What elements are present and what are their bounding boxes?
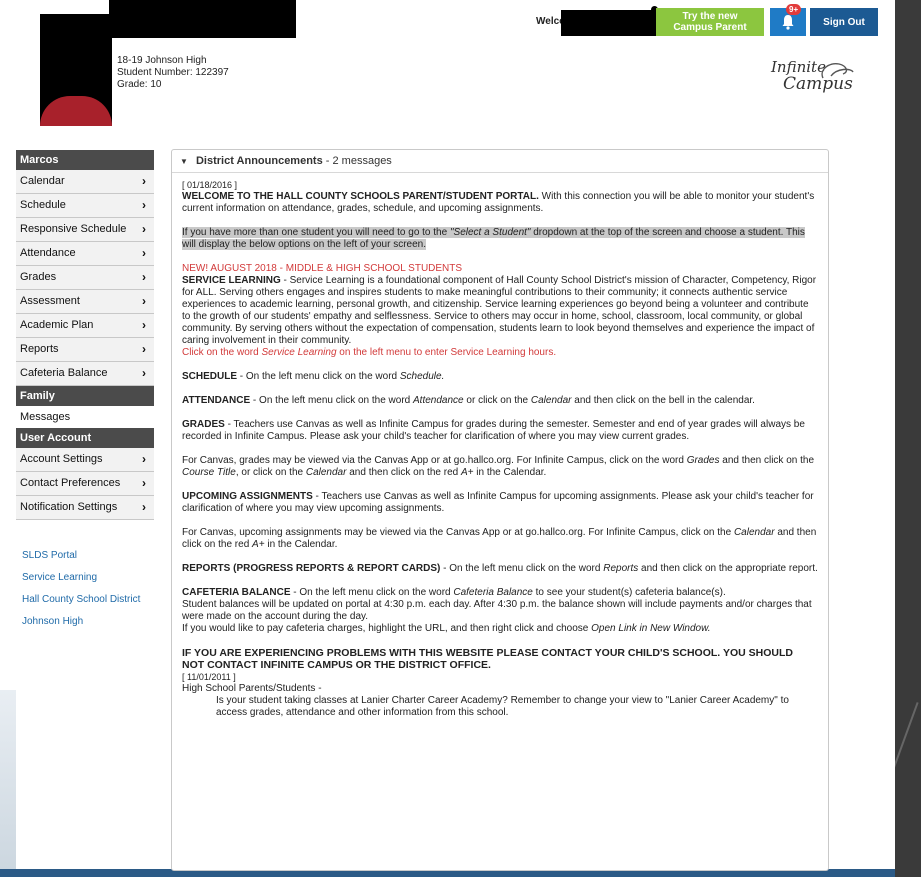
chevron-right-icon: › bbox=[142, 452, 146, 466]
sidebar-item-label: Attendance bbox=[20, 247, 76, 259]
sidebar-item-label: Cafeteria Balance bbox=[20, 367, 108, 379]
schedule-paragraph: SCHEDULE - On the left menu click on the… bbox=[182, 371, 445, 382]
announcement-date-2: [ 11/01/2011 ] bbox=[182, 672, 236, 682]
student-photo bbox=[40, 14, 112, 126]
sidebar-item-reports[interactable]: Reports › bbox=[16, 338, 154, 362]
announcement-date: [ 01/18/2016 ] bbox=[182, 180, 238, 190]
chevron-right-icon: › bbox=[142, 222, 146, 236]
high-school-line: High School Parents/Students - bbox=[182, 683, 322, 694]
welcome-paragraph: WELCOME TO THE HALL COUNTY SCHOOLS PAREN… bbox=[182, 191, 815, 214]
message-count: - 2 messages bbox=[325, 155, 392, 167]
sidebar-item-label: Academic Plan bbox=[20, 319, 94, 331]
multi-student-paragraph: If you have more than one student you wi… bbox=[182, 227, 805, 250]
sidebar-item-messages[interactable]: Messages bbox=[16, 406, 154, 428]
service-learning-paragraph: SERVICE LEARNING - Service Learning is a… bbox=[182, 275, 817, 358]
sidebar-header-family: Family bbox=[16, 386, 154, 406]
sidebar-item-responsive-schedule[interactable]: Responsive Schedule › bbox=[16, 218, 154, 242]
panel-title: District Announcements bbox=[195, 155, 323, 167]
announcement-body: [ 01/18/2016 ] WELCOME TO THE HALL COUNT… bbox=[172, 173, 828, 719]
new-heading: NEW! AUGUST 2018 - MIDDLE & HIGH SCHOOL … bbox=[182, 263, 463, 274]
sidebar-item-label: Grades bbox=[20, 271, 57, 283]
chevron-right-icon: › bbox=[142, 174, 146, 188]
chevron-right-icon: › bbox=[142, 366, 146, 380]
sidebar-item-label: Reports bbox=[20, 343, 59, 355]
notification-badge: 9+ bbox=[786, 4, 802, 15]
link-service-learning[interactable]: Service Learning bbox=[22, 572, 154, 583]
district-announcements-panel: ▼ District Announcements - 2 messages [ … bbox=[171, 149, 829, 871]
sidebar-item-label: Account Settings bbox=[20, 453, 103, 465]
sidebar-item-account-settings[interactable]: Account Settings › bbox=[16, 448, 154, 472]
sidebar-item-label: Responsive Schedule bbox=[20, 223, 127, 235]
cafeteria-paragraph: CAFETERIA BALANCE - On the left menu cli… bbox=[182, 587, 812, 634]
upcoming-assignments-paragraph: UPCOMING ASSIGNMENTS - Teachers use Canv… bbox=[182, 491, 814, 514]
sidebar-item-label: Notification Settings bbox=[20, 501, 118, 513]
sidebar-item-notification-settings[interactable]: Notification Settings › bbox=[16, 496, 154, 520]
sidebar-item-label: Calendar bbox=[20, 175, 65, 187]
collapse-triangle-icon[interactable]: ▼ bbox=[180, 157, 188, 166]
sign-out-button[interactable]: Sign Out bbox=[810, 8, 878, 36]
link-slds-portal[interactable]: SLDS Portal bbox=[22, 550, 154, 561]
sidebar-nav: Marcos Calendar › Schedule › Responsive Sc… bbox=[16, 150, 154, 638]
chevron-right-icon: › bbox=[142, 294, 146, 308]
reports-paragraph: REPORTS (PROGRESS REPORTS & REPORT CARDS… bbox=[182, 563, 818, 574]
panel-header[interactable]: ▼ District Announcements - 2 messages bbox=[172, 150, 828, 173]
problems-notice: IF YOU ARE EXPERIENCING PROBLEMS WITH TH… bbox=[182, 647, 793, 671]
notifications-button[interactable]: 9+ bbox=[770, 4, 806, 36]
sidebar-item-label: Assessment bbox=[20, 295, 80, 307]
lanier-paragraph: Is your student taking classes at Lanier… bbox=[216, 695, 789, 718]
bell-icon bbox=[782, 15, 794, 30]
chevron-right-icon: › bbox=[142, 476, 146, 490]
portal-page: 18-19 Johnson High Student Number: 12239… bbox=[16, 0, 895, 871]
student-number: Student Number: 122397 bbox=[117, 67, 229, 78]
canvas-assignments-paragraph: For Canvas, upcoming assignments may be … bbox=[182, 527, 817, 550]
sidebar-item-cafeteria-balance[interactable]: Cafeteria Balance › bbox=[16, 362, 154, 386]
sidebar-header-user-account: User Account bbox=[16, 428, 154, 448]
sidebar-item-schedule[interactable]: Schedule › bbox=[16, 194, 154, 218]
sidebar-item-calendar[interactable]: Calendar › bbox=[16, 170, 154, 194]
redacted-user-name bbox=[561, 10, 656, 36]
sidebar-item-grades[interactable]: Grades › bbox=[16, 266, 154, 290]
link-hall-county-school-district[interactable]: Hall County School District bbox=[22, 594, 154, 605]
chevron-right-icon: › bbox=[142, 318, 146, 332]
school-year: 18-19 Johnson High bbox=[117, 55, 207, 66]
student-grade: Grade: 10 bbox=[117, 79, 162, 90]
infinite-campus-logo: Infinite Campus bbox=[771, 58, 881, 98]
chevron-right-icon: › bbox=[142, 198, 146, 212]
sidebar-item-academic-plan[interactable]: Academic Plan › bbox=[16, 314, 154, 338]
logo-text-campus: Campus bbox=[783, 74, 853, 94]
chevron-right-icon: › bbox=[142, 500, 146, 514]
window-right-border bbox=[889, 0, 921, 877]
attendance-paragraph: ATTENDANCE - On the left menu click on t… bbox=[182, 395, 755, 406]
sidebar-links: SLDS Portal Service Learning Hall County… bbox=[16, 550, 154, 627]
sidebar-item-label: Schedule bbox=[20, 199, 66, 211]
sidebar-item-assessment[interactable]: Assessment › bbox=[16, 290, 154, 314]
grades-paragraph: GRADES - Teachers use Canvas as well as … bbox=[182, 419, 805, 442]
canvas-grades-paragraph: For Canvas, grades may be viewed via the… bbox=[182, 455, 815, 478]
sidebar-item-attendance[interactable]: Attendance › bbox=[16, 242, 154, 266]
link-johnson-high[interactable]: Johnson High bbox=[22, 616, 154, 627]
sidebar-item-label: Contact Preferences bbox=[20, 477, 121, 489]
chevron-right-icon: › bbox=[142, 342, 146, 356]
chevron-right-icon: › bbox=[142, 270, 146, 284]
try-campus-parent-button[interactable]: Try the new Campus Parent bbox=[656, 8, 764, 36]
student-info: 18-19 Johnson High Student Number: 12239… bbox=[117, 55, 229, 91]
sidebar-item-contact-preferences[interactable]: Contact Preferences › bbox=[16, 472, 154, 496]
chevron-right-icon: › bbox=[142, 246, 146, 260]
sidebar-header-student: Marcos bbox=[16, 150, 154, 170]
redacted-name-block bbox=[109, 0, 296, 38]
